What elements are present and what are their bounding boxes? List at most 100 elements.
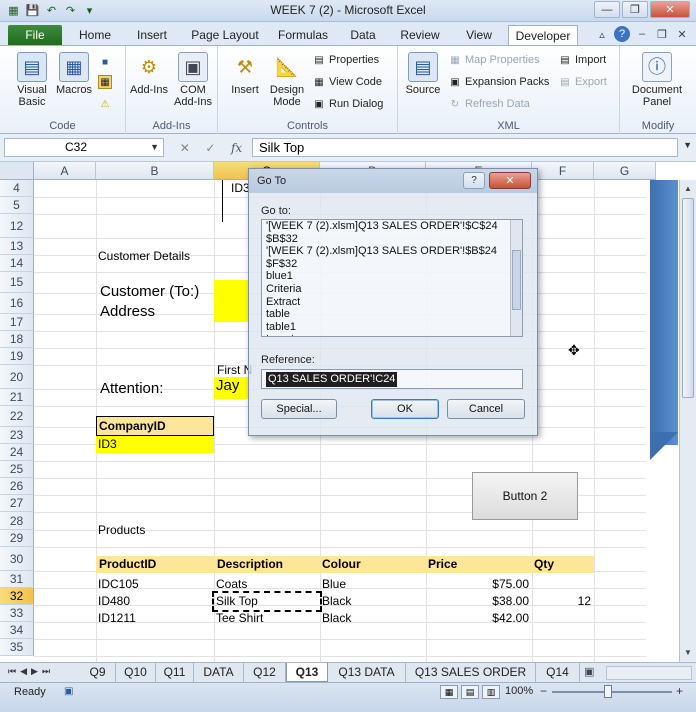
product-id[interactable]: IDC105: [96, 576, 139, 592]
row-header[interactable]: 14: [0, 255, 34, 272]
tab-developer[interactable]: Developer: [508, 25, 578, 45]
map-properties-button[interactable]: ▦ Map Properties: [448, 52, 539, 68]
attention-label[interactable]: Attention:: [98, 380, 163, 398]
scroll-down-icon[interactable]: ▼: [681, 646, 695, 660]
header-colour[interactable]: Colour: [320, 556, 361, 572]
list-item[interactable]: target: [262, 333, 522, 336]
normal-view-icon[interactable]: ▦: [440, 685, 458, 699]
product-desc[interactable]: Coats: [214, 576, 247, 592]
product-price[interactable]: $42.00: [426, 610, 532, 626]
minimize-button[interactable]: —: [594, 1, 620, 18]
add-ins-button[interactable]: ⚙ Add-Ins: [128, 52, 170, 96]
enter-icon[interactable]: ✓: [205, 141, 215, 155]
row-header[interactable]: 4: [0, 180, 34, 197]
cell-c4[interactable]: ID3: [222, 180, 250, 222]
view-code-button[interactable]: ▦ View Code: [312, 74, 382, 90]
column-header-g[interactable]: G: [594, 162, 656, 180]
zoom-level[interactable]: 100%: [505, 685, 533, 697]
header-description[interactable]: Description: [215, 556, 283, 572]
tab-page-layout[interactable]: Page Layout: [186, 25, 264, 45]
list-item[interactable]: Extract: [262, 296, 522, 309]
products-label[interactable]: Products: [96, 522, 145, 538]
expansion-packs-button[interactable]: ▣ Expansion Packs: [448, 74, 549, 90]
product-colour[interactable]: Black: [320, 610, 351, 626]
product-id[interactable]: ID1211: [96, 610, 136, 626]
row-header[interactable]: 5: [0, 197, 34, 214]
row-header[interactable]: 34: [0, 622, 34, 639]
prev-sheet-icon[interactable]: ◀: [20, 666, 27, 677]
goto-list-scroll-thumb[interactable]: [512, 250, 521, 310]
active-cell-c32[interactable]: Silk Top: [212, 591, 322, 612]
row-header[interactable]: 28: [0, 512, 34, 530]
zoom-in-icon[interactable]: +: [676, 684, 683, 698]
row-header[interactable]: 18: [0, 331, 34, 348]
row-header[interactable]: 30: [0, 547, 34, 571]
attention-value[interactable]: Jay: [214, 377, 250, 399]
row-header[interactable]: 33: [0, 605, 34, 622]
zoom-slider[interactable]: [552, 691, 672, 693]
list-item[interactable]: '[WEEK 7 (2).xlsm]Q13 SALES ORDER'!$C$24: [262, 220, 522, 233]
list-item[interactable]: blue1: [262, 270, 522, 283]
tab-review[interactable]: Review: [392, 25, 448, 45]
help-icon[interactable]: ?: [614, 26, 630, 42]
scroll-up-icon[interactable]: ▲: [681, 182, 695, 196]
row-header[interactable]: 24: [0, 444, 34, 461]
import-button[interactable]: ▤ Import: [558, 52, 606, 68]
zoom-out-icon[interactable]: −: [540, 684, 547, 698]
sheet-tab-q14[interactable]: Q14: [536, 663, 580, 682]
cancel-button[interactable]: Cancel: [447, 399, 525, 419]
scroll-thumb[interactable]: [682, 198, 694, 398]
first-sheet-icon[interactable]: ⏮: [8, 666, 16, 677]
record-macro-button[interactable]: ■: [98, 54, 112, 70]
tab-insert[interactable]: Insert: [126, 25, 178, 45]
product-desc[interactable]: Tee Shirt: [214, 610, 263, 626]
macros-button[interactable]: ▦ Macros: [54, 52, 94, 96]
select-all-corner[interactable]: [0, 162, 34, 180]
workbook-restore-icon[interactable]: ❐: [654, 26, 670, 42]
row-header[interactable]: 22: [0, 406, 34, 427]
goto-list-scrollbar[interactable]: [510, 220, 522, 336]
product-id[interactable]: ID480: [96, 593, 130, 609]
visual-basic-button[interactable]: ▤ Visual Basic: [10, 52, 54, 108]
sheet-tab-data[interactable]: DATA: [194, 663, 244, 682]
export-button[interactable]: ▤ Export: [558, 74, 607, 90]
document-panel-button[interactable]: ⓘ Document Panel: [624, 52, 690, 108]
product-price[interactable]: $75.00: [426, 576, 532, 592]
sheet-tab-q9[interactable]: Q9: [80, 663, 116, 682]
list-item[interactable]: table1: [262, 321, 522, 334]
row-header[interactable]: 21: [0, 389, 34, 406]
product-price[interactable]: $38.00: [426, 593, 532, 609]
cell-c15-filled[interactable]: [214, 280, 248, 322]
sheet-tab-q13-sales-order[interactable]: Q13 SALES ORDER: [406, 663, 536, 682]
row-header[interactable]: 35: [0, 639, 34, 656]
vertical-scrollbar[interactable]: ▲ ▼: [679, 180, 696, 662]
expand-formula-bar-icon[interactable]: ▼: [683, 140, 692, 150]
list-item[interactable]: Criteria: [262, 283, 522, 296]
sheet-tab-q13[interactable]: Q13: [286, 663, 328, 682]
name-box-dropdown-icon[interactable]: ▼: [150, 139, 159, 156]
address-label[interactable]: Address: [98, 303, 155, 321]
list-item[interactable]: '[WEEK 7 (2).xlsm]Q13 SALES ORDER'!$B$24: [262, 245, 522, 258]
formula-input[interactable]: Silk Top: [252, 138, 678, 157]
header-price[interactable]: Price: [426, 556, 457, 572]
properties-button[interactable]: ▤ Properties: [312, 52, 379, 68]
tab-view[interactable]: View: [456, 25, 502, 45]
horizontal-scrollbar[interactable]: [606, 666, 692, 680]
row-header-selected[interactable]: 32: [0, 588, 34, 605]
row-header[interactable]: 29: [0, 530, 34, 547]
dialog-help-button[interactable]: ?: [463, 172, 485, 189]
refresh-data-button[interactable]: ↻ Refresh Data: [448, 96, 530, 112]
com-add-ins-button[interactable]: ▣ COM Add-Ins: [170, 52, 216, 108]
insert-function-icon[interactable]: fx: [231, 141, 242, 155]
list-item[interactable]: table: [262, 308, 522, 321]
reference-input[interactable]: Q13 SALES ORDER'!C24: [261, 369, 523, 389]
goto-list[interactable]: '[WEEK 7 (2).xlsm]Q13 SALES ORDER'!$C$24…: [261, 219, 523, 337]
tab-formulas[interactable]: Formulas: [272, 25, 334, 45]
name-box[interactable]: C32 ▼: [4, 138, 164, 157]
customer-to-label[interactable]: Customer (To:): [98, 283, 199, 301]
page-break-preview-icon[interactable]: ▥: [482, 685, 500, 699]
product-colour[interactable]: Black: [320, 593, 351, 609]
company-id-value[interactable]: ID3: [96, 436, 214, 453]
customer-details-label[interactable]: Customer Details: [96, 248, 190, 264]
macro-security-button[interactable]: ⚠: [98, 96, 112, 112]
